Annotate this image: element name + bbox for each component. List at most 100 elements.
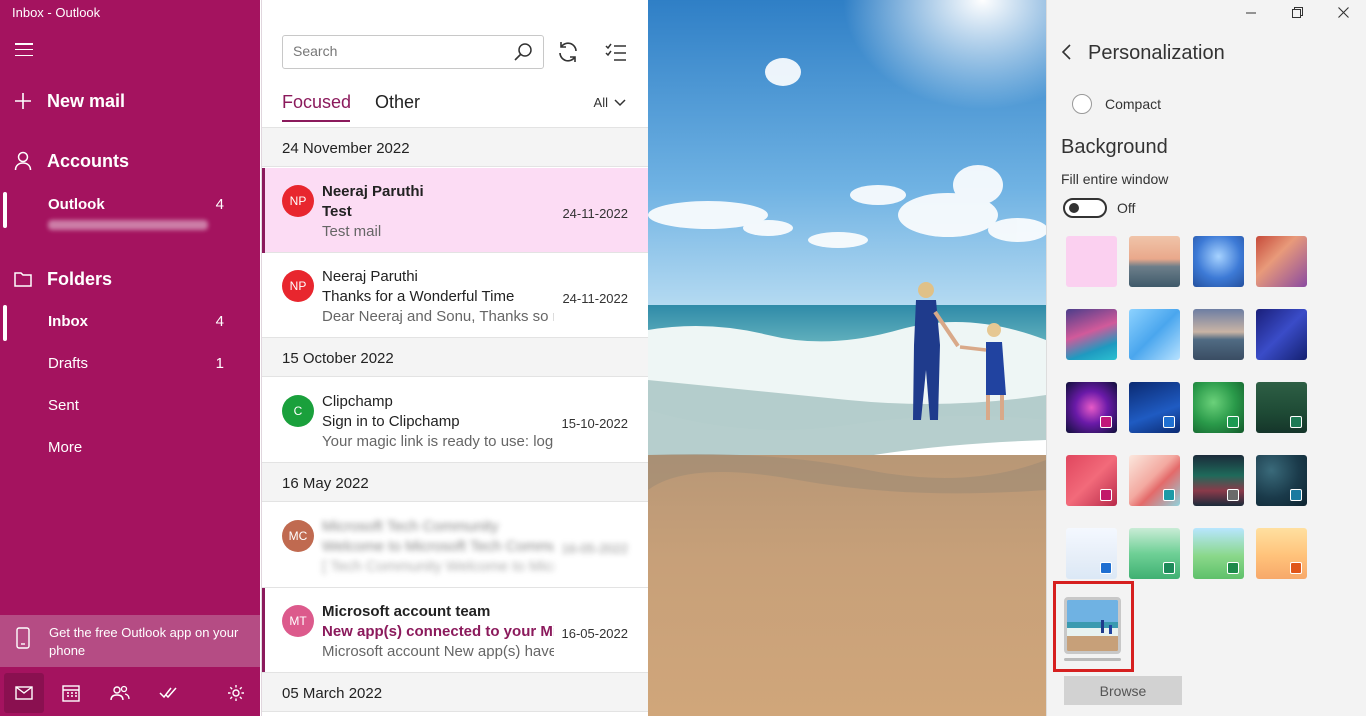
tab-other[interactable]: Other bbox=[375, 92, 420, 113]
reading-pane-background-image bbox=[648, 0, 1046, 716]
avatar: MT bbox=[282, 605, 314, 637]
folders-label: Folders bbox=[47, 268, 113, 289]
accent-color-dot bbox=[1290, 562, 1302, 574]
mail-sender: Microsoft account team bbox=[322, 603, 491, 620]
new-mail-label: New mail bbox=[47, 90, 126, 111]
folder-inbox[interactable]: Inbox 4 bbox=[0, 303, 260, 343]
mail-icon[interactable] bbox=[4, 673, 44, 713]
close-icon[interactable] bbox=[1320, 0, 1366, 25]
date-header-label: 05 March 2022 bbox=[282, 685, 383, 702]
search-icon[interactable] bbox=[513, 42, 533, 67]
background-swatch[interactable] bbox=[1129, 382, 1180, 433]
hamburger-menu-icon[interactable] bbox=[15, 43, 33, 57]
background-swatch[interactable] bbox=[1256, 528, 1307, 579]
mail-item[interactable]: C Clipchamp Sign in to Clipchamp Your ma… bbox=[262, 378, 648, 463]
folder-drafts[interactable]: Drafts 1 bbox=[0, 345, 260, 385]
mail-preview: Dear Neeraj and Sonu, Thanks so much bbox=[322, 308, 554, 325]
background-swatch[interactable] bbox=[1256, 309, 1307, 360]
avatar: NP bbox=[282, 270, 314, 302]
background-swatch[interactable] bbox=[1256, 455, 1307, 506]
get-app-promo[interactable]: Get the free Outlook app on your phone bbox=[0, 615, 260, 667]
new-mail-button[interactable]: New mail bbox=[0, 83, 260, 119]
filter-label: All bbox=[593, 95, 608, 110]
accent-color-dot bbox=[1100, 562, 1112, 574]
background-swatch[interactable] bbox=[1256, 236, 1307, 287]
folder-more[interactable]: More bbox=[0, 429, 260, 469]
date-header-label: 24 November 2022 bbox=[282, 140, 410, 157]
date-header-label: 16 May 2022 bbox=[282, 475, 369, 492]
accounts-label: Accounts bbox=[47, 150, 130, 171]
background-swatch[interactable] bbox=[1066, 382, 1117, 433]
mail-preview: Your magic link is ready to use: log bbox=[322, 433, 554, 450]
fill-window-toggle[interactable] bbox=[1063, 198, 1107, 218]
background-swatch[interactable] bbox=[1193, 382, 1244, 433]
account-unread-count: 4 bbox=[215, 196, 224, 213]
mail-preview: Microsoft account New app(s) have bbox=[322, 643, 554, 660]
accent-color-dot bbox=[1227, 416, 1239, 428]
restore-icon[interactable] bbox=[1274, 0, 1320, 25]
mail-item[interactable]: NP Neeraj Paruthi Test Test mail 24-11-2… bbox=[262, 168, 648, 253]
avatar: MC bbox=[282, 520, 314, 552]
mail-date: 16-05-2022 bbox=[561, 541, 629, 556]
mail-subject: Thanks for a Wonderful Time bbox=[322, 288, 515, 305]
people-icon[interactable] bbox=[100, 673, 140, 713]
date-header: 15 October 2022 bbox=[262, 337, 648, 377]
mail-date: 24-11-2022 bbox=[562, 291, 628, 306]
search-box[interactable] bbox=[282, 35, 544, 69]
back-arrow-icon[interactable] bbox=[1061, 44, 1073, 65]
sync-icon[interactable] bbox=[556, 40, 580, 64]
compact-radio[interactable] bbox=[1072, 94, 1092, 114]
app-switcher-bar bbox=[0, 671, 260, 716]
accent-color-dot bbox=[1227, 562, 1239, 574]
mail-item[interactable]: MC Microsoft Tech Community Welcome to M… bbox=[262, 503, 648, 588]
custom-background-swatch[interactable] bbox=[1064, 597, 1121, 654]
background-swatch[interactable] bbox=[1129, 236, 1180, 287]
beach-photo bbox=[648, 0, 1046, 716]
minimize-icon[interactable] bbox=[1228, 0, 1274, 25]
mail-item[interactable]: NP Neeraj Paruthi Thanks for a Wonderful… bbox=[262, 253, 648, 338]
message-list-pane: Focused Other All 24 November 2022 NP Ne… bbox=[261, 0, 648, 716]
background-swatch[interactable] bbox=[1066, 455, 1117, 506]
background-swatch[interactable] bbox=[1193, 236, 1244, 287]
background-swatch[interactable] bbox=[1066, 309, 1117, 360]
date-header: 24 November 2022 bbox=[262, 127, 648, 167]
background-swatch[interactable] bbox=[1193, 455, 1244, 506]
background-swatch[interactable] bbox=[1129, 528, 1180, 579]
accounts-button[interactable]: Accounts bbox=[0, 143, 260, 179]
account-outlook[interactable]: Outlook 4 bbox=[0, 190, 260, 240]
tab-focused[interactable]: Focused bbox=[282, 92, 351, 113]
panel-title: Personalization bbox=[1088, 42, 1225, 64]
personalization-panel: Personalization Compact Background Fill … bbox=[1046, 0, 1366, 716]
folder-count: 4 bbox=[215, 313, 224, 330]
folder-sent[interactable]: Sent bbox=[0, 387, 260, 427]
background-swatch[interactable] bbox=[1129, 309, 1180, 360]
settings-gear-icon[interactable] bbox=[216, 673, 256, 713]
beach-thumbnail bbox=[1067, 600, 1118, 651]
search-input[interactable] bbox=[293, 43, 503, 59]
mail-preview: Test mail bbox=[322, 223, 382, 240]
background-swatch[interactable] bbox=[1066, 528, 1117, 579]
background-swatch[interactable] bbox=[1066, 236, 1117, 287]
background-swatch[interactable] bbox=[1129, 455, 1180, 506]
mail-subject: Welcome to Microsoft Tech Community bbox=[322, 538, 554, 555]
account-email-blurred bbox=[48, 220, 208, 230]
account-name: Outlook bbox=[48, 196, 105, 213]
folder-label: Sent bbox=[48, 397, 79, 414]
calendar-icon[interactable] bbox=[51, 673, 91, 713]
folders-button[interactable]: Folders bbox=[0, 261, 260, 297]
date-header: 05 March 2022 bbox=[262, 672, 648, 712]
toggle-knob bbox=[1069, 203, 1079, 213]
date-header: 16 May 2022 bbox=[262, 462, 648, 502]
background-swatch[interactable] bbox=[1256, 382, 1307, 433]
todo-icon[interactable] bbox=[148, 673, 188, 713]
accent-color-dot bbox=[1290, 416, 1302, 428]
selection-mode-icon[interactable] bbox=[604, 40, 628, 64]
background-swatch[interactable] bbox=[1193, 309, 1244, 360]
mail-sender: Clipchamp bbox=[322, 393, 393, 410]
folder-label: Drafts bbox=[48, 355, 89, 372]
mail-item[interactable]: MT Microsoft account team New app(s) con… bbox=[262, 588, 648, 673]
browse-button[interactable]: Browse bbox=[1064, 676, 1182, 705]
background-swatch[interactable] bbox=[1193, 528, 1244, 579]
filter-dropdown[interactable]: All bbox=[594, 95, 626, 110]
mail-sender: Neeraj Paruthi bbox=[322, 268, 418, 285]
